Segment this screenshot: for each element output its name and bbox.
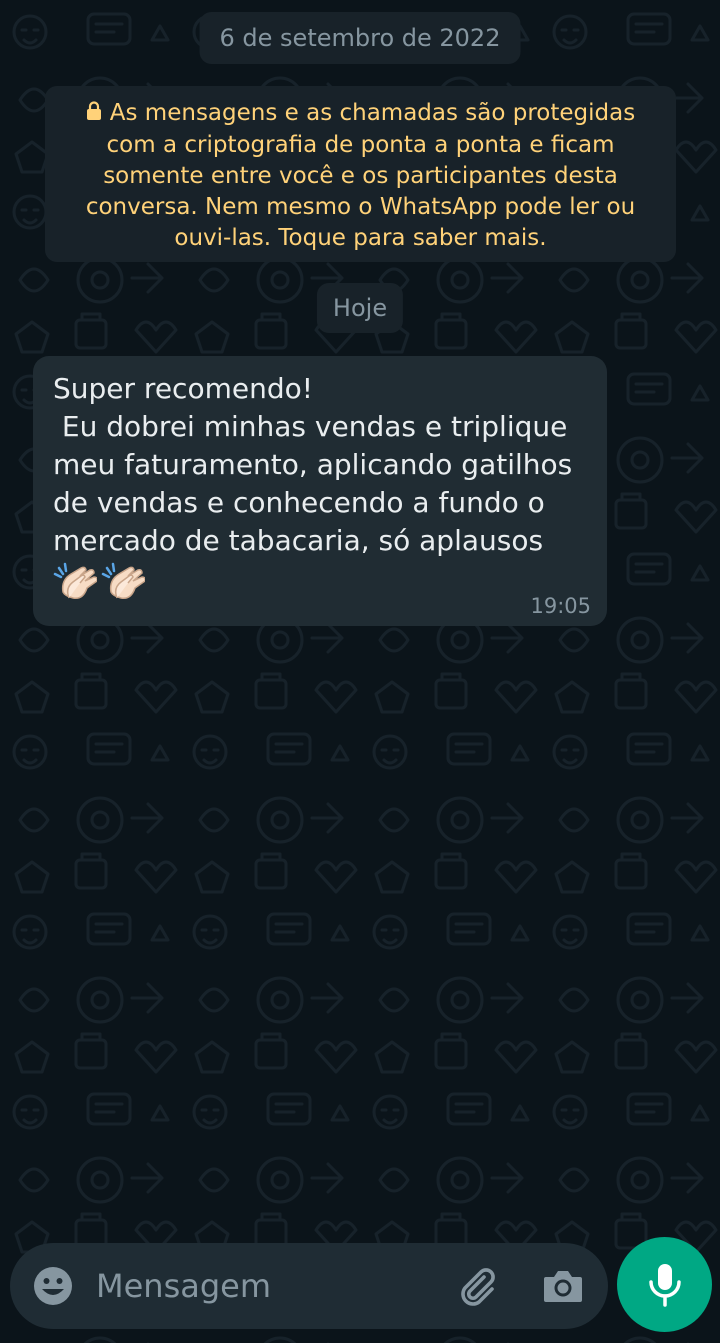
camera-icon[interactable] <box>542 1266 584 1310</box>
mic-icon <box>649 1264 681 1307</box>
message-timestamp: 19:05 <box>530 594 591 618</box>
message-text: Super recomendo! Eu dobrei minhas vendas… <box>53 372 573 557</box>
lock-icon <box>86 99 102 130</box>
incoming-message-bubble[interactable]: Super recomendo! Eu dobrei minhas vendas… <box>33 356 607 626</box>
voice-message-button[interactable] <box>617 1237 712 1332</box>
clapping-hands-emoji <box>101 562 145 608</box>
clapping-hands-emoji <box>53 562 97 608</box>
chat-area[interactable]: 6 de setembro de 2022 As mensagens e as … <box>0 0 720 1230</box>
today-separator: Hoje <box>316 283 404 333</box>
emoji-icon[interactable] <box>32 1265 74 1311</box>
encryption-notice[interactable]: As mensagens e as chamadas são protegida… <box>45 86 676 262</box>
message-composer <box>10 1243 608 1329</box>
attach-icon[interactable] <box>454 1263 500 1313</box>
message-emojis <box>53 562 587 608</box>
encryption-notice-text: As mensagens e as chamadas são protegida… <box>85 100 636 251</box>
date-separator: 6 de setembro de 2022 <box>199 12 521 64</box>
message-input[interactable] <box>96 1243 436 1329</box>
